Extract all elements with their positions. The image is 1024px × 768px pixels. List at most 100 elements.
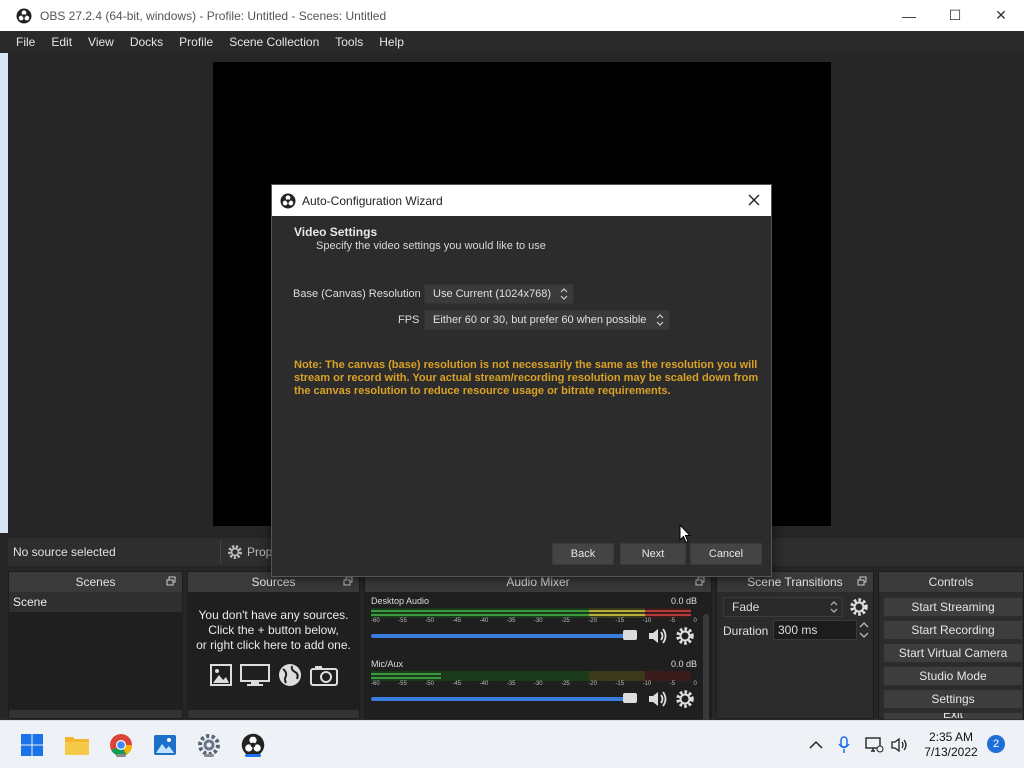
float-dock-icon[interactable] xyxy=(857,576,867,586)
close-window-button[interactable]: ✕ xyxy=(978,0,1024,31)
folder-icon xyxy=(65,737,89,755)
controls-header: Controls xyxy=(879,572,1023,592)
scale-tick: -15 xyxy=(615,681,625,687)
speaker-icon[interactable] xyxy=(647,689,669,709)
clock-date: 7/13/2022 xyxy=(924,745,978,759)
window-title-bar: OBS 27.2.4 (64-bit, windows) - Profile: … xyxy=(0,0,1024,31)
menu-tools[interactable]: Tools xyxy=(327,31,371,53)
scale-tick: -35 xyxy=(506,681,516,687)
float-dock-icon[interactable] xyxy=(343,576,353,586)
globe-icon xyxy=(278,664,301,686)
taskbar-file-explorer[interactable] xyxy=(63,731,91,759)
scale-tick: -20 xyxy=(588,681,597,687)
dialog-title: Auto-Configuration Wizard xyxy=(302,193,443,208)
transitions-title: Scene Transitions xyxy=(747,575,843,589)
volume-slider-handle[interactable] xyxy=(623,630,637,640)
menu-file[interactable]: File xyxy=(8,31,43,53)
scene-item[interactable]: Scene xyxy=(9,592,182,612)
scenes-dock: Scenes Scene xyxy=(8,571,183,719)
gear-icon[interactable] xyxy=(675,626,695,646)
float-dock-icon[interactable] xyxy=(166,576,176,586)
fps-select-value: Either 60 or 30, but prefer 60 when poss… xyxy=(433,314,647,326)
back-button[interactable]: Back xyxy=(552,543,614,565)
exit-button[interactable]: Exit xyxy=(883,712,1023,720)
sources-list[interactable]: You don't have any sources. Click the + … xyxy=(188,592,359,718)
duration-spinner[interactable] xyxy=(857,620,871,640)
scale-tick: -45 xyxy=(452,618,462,624)
scenes-dock-title: Scenes xyxy=(75,575,116,589)
scale-tick: -55 xyxy=(398,618,407,624)
next-button[interactable]: Next xyxy=(620,543,686,565)
no-source-label: No source selected xyxy=(13,545,116,559)
volume-slider[interactable] xyxy=(371,697,637,701)
scenes-list[interactable]: Scene xyxy=(9,592,182,718)
fps-select[interactable]: Either 60 or 30, but prefer 60 when poss… xyxy=(424,310,670,330)
minimize-button[interactable]: — xyxy=(886,0,932,31)
volume-meter xyxy=(371,608,691,618)
menu-edit[interactable]: Edit xyxy=(43,31,80,53)
resolution-label: Base (Canvas) Resolution xyxy=(293,288,421,300)
menu-scene-collection[interactable]: Scene Collection xyxy=(221,31,327,53)
video-settings-heading: Video Settings xyxy=(294,225,378,239)
hint-line: Click the + button below, xyxy=(208,623,339,637)
photos-icon xyxy=(154,735,176,755)
menu-view[interactable]: View xyxy=(80,31,122,53)
scale-tick: -30 xyxy=(533,618,543,624)
duration-label: Duration xyxy=(723,624,769,638)
start-recording-button[interactable]: Start Recording xyxy=(883,620,1023,640)
scale-tick: -60 xyxy=(371,681,380,687)
resolution-note: Note: The canvas (base) resolution is no… xyxy=(294,359,759,397)
channel-db: 0.0 dB xyxy=(670,596,697,606)
dialog-title-bar: Auto-Configuration Wizard xyxy=(272,185,771,216)
volume-tray[interactable] xyxy=(890,735,910,755)
transition-select[interactable]: Fade xyxy=(723,597,843,617)
scale-tick: -55 xyxy=(398,681,407,687)
audio-mixer-dock: Audio Mixer Desktop Audio 0.0 dB -60 -55… xyxy=(364,571,712,732)
menu-help[interactable]: Help xyxy=(371,31,412,53)
volume-slider[interactable] xyxy=(371,634,637,638)
network-tray[interactable] xyxy=(864,735,884,755)
speaker-icon xyxy=(891,737,907,753)
start-streaming-button[interactable]: Start Streaming xyxy=(883,597,1023,617)
scale-tick: -60 xyxy=(371,618,380,624)
menu-docks[interactable]: Docks xyxy=(122,31,171,53)
channel-name: Desktop Audio xyxy=(371,596,430,606)
mixer-scrollbar[interactable] xyxy=(703,614,709,732)
settings-button[interactable]: Settings xyxy=(883,689,1023,709)
dialog-close-button[interactable] xyxy=(743,189,765,211)
start-button[interactable] xyxy=(18,731,46,759)
cancel-button[interactable]: Cancel xyxy=(690,543,762,565)
gear-icon xyxy=(228,545,242,559)
mixer-channel-mic: Mic/Aux 0.0 dB -60 -55 -50 -45 -40 -35 -… xyxy=(369,659,701,715)
hint-line: or right click here to add one. xyxy=(196,638,351,652)
taskbar-settings[interactable] xyxy=(195,731,223,759)
microphone-tray[interactable] xyxy=(834,735,854,755)
duration-input[interactable]: 300 ms xyxy=(773,620,857,640)
speaker-icon[interactable] xyxy=(647,626,669,646)
notification-badge[interactable]: 2 xyxy=(987,735,1005,753)
taskbar-photos[interactable] xyxy=(151,731,179,759)
start-virtual-camera-button[interactable]: Start Virtual Camera xyxy=(883,643,1023,663)
hint-line: You don't have any sources. xyxy=(198,608,349,622)
volume-slider-handle[interactable] xyxy=(623,693,637,703)
resolution-select[interactable]: Use Current (1024x768) xyxy=(424,284,574,304)
system-clock[interactable]: 2:35 AM 7/13/2022 xyxy=(916,730,986,760)
clock-time: 2:35 AM xyxy=(928,730,974,744)
scale-tick: -15 xyxy=(615,618,625,624)
left-edge-strip xyxy=(0,53,8,533)
show-hidden-icons-button[interactable] xyxy=(806,735,826,755)
float-dock-icon[interactable] xyxy=(695,576,705,586)
studio-mode-button[interactable]: Studio Mode xyxy=(883,666,1023,686)
maximize-button[interactable]: ☐ xyxy=(932,0,978,31)
gear-icon[interactable] xyxy=(675,689,695,709)
close-icon xyxy=(748,194,760,206)
menu-bar: File Edit View Docks Profile Scene Colle… xyxy=(0,31,1024,53)
gear-icon[interactable] xyxy=(849,597,869,617)
menu-profile[interactable]: Profile xyxy=(171,31,221,53)
running-indicator xyxy=(204,754,214,757)
taskbar-obs[interactable] xyxy=(239,731,267,759)
window-title: OBS 27.2.4 (64-bit, windows) - Profile: … xyxy=(40,8,387,23)
taskbar-chrome[interactable] xyxy=(107,731,135,759)
video-settings-subheading: Specify the video settings you would lik… xyxy=(316,240,546,252)
controls-title: Controls xyxy=(928,575,974,589)
